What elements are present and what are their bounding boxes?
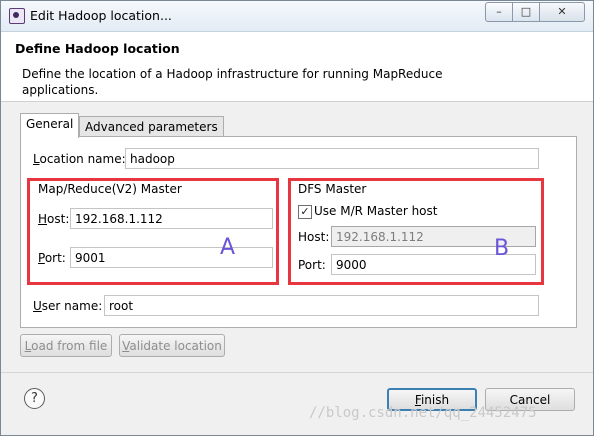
annotation-letter-a: A [220, 235, 236, 260]
footer-separator [1, 372, 593, 373]
tab-advanced-parameters[interactable]: Advanced parameters [79, 116, 224, 137]
header-description: Define the location of a Hadoop infrastr… [22, 67, 443, 97]
title-bar[interactable]: Edit Hadoop location... – □ ✕ [1, 1, 593, 32]
wizard-header: Define Hadoop location Define the locati… [1, 32, 593, 102]
minimize-button[interactable]: – [485, 2, 513, 22]
watermark-text: //blog.csdn.net/qq_24452475 [309, 405, 537, 421]
window-title: Edit Hadoop location... [30, 8, 172, 23]
annotation-box-a [27, 178, 279, 285]
help-icon[interactable]: ? [24, 388, 45, 409]
load-from-file-button[interactable]: Load from file [20, 334, 112, 357]
header-title: Define Hadoop location [15, 41, 180, 56]
annotation-letter-b: B [494, 236, 510, 261]
location-name-input[interactable]: hadoop [125, 148, 539, 169]
eclipse-app-icon [9, 8, 25, 24]
edit-hadoop-location-dialog: Edit Hadoop location... – □ ✕ Define Had… [0, 0, 594, 436]
user-name-label: User name: [33, 299, 103, 313]
user-name-input[interactable]: root [104, 295, 539, 316]
maximize-button[interactable]: □ [512, 2, 540, 22]
tab-general[interactable]: General [20, 113, 80, 138]
close-button[interactable]: ✕ [539, 2, 585, 22]
validate-location-button[interactable]: Validate location [119, 334, 225, 357]
location-name-label: Location name: [33, 152, 126, 166]
annotation-box-b [288, 178, 544, 285]
